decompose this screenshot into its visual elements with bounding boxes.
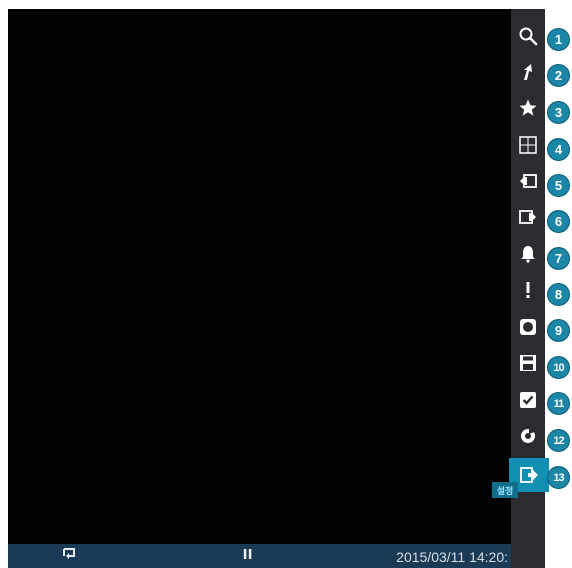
refresh-button[interactable] — [511, 419, 545, 453]
record-icon — [518, 317, 538, 337]
callout-10: 10 — [547, 356, 570, 379]
callout-6: 6 — [547, 210, 570, 233]
star-icon — [518, 98, 538, 118]
checkbox-icon — [518, 390, 538, 410]
callout-1: 1 — [547, 28, 570, 51]
pointer-button[interactable] — [511, 55, 545, 89]
split-screen-icon — [518, 135, 538, 155]
next-screen-button[interactable] — [511, 200, 545, 234]
callout-12: 12 — [547, 429, 570, 452]
save-button[interactable] — [511, 346, 545, 380]
search-icon — [518, 26, 538, 46]
exit-tooltip: 설정 — [492, 482, 518, 498]
alarm-button[interactable] — [511, 237, 545, 271]
save-icon — [518, 353, 538, 373]
callout-7: 7 — [547, 247, 570, 270]
refresh-icon — [518, 426, 538, 446]
record-button[interactable] — [511, 310, 545, 344]
callout-2: 2 — [547, 64, 570, 87]
event-button[interactable] — [511, 273, 545, 307]
loop-button[interactable] — [58, 546, 80, 567]
favorite-button[interactable] — [511, 91, 545, 125]
live-video-area[interactable] — [8, 9, 511, 544]
exit-icon — [519, 465, 539, 485]
previous-screen-icon — [518, 171, 538, 191]
pause-button[interactable] — [240, 548, 256, 564]
loop-icon — [61, 546, 77, 567]
datetime-display: 2015/03/11 14:20: — [396, 549, 508, 565]
exclamation-icon — [518, 280, 538, 300]
callout-3: 3 — [547, 101, 570, 124]
check-button[interactable] — [511, 383, 545, 417]
callout-4: 4 — [547, 138, 570, 161]
zoom-button[interactable] — [511, 19, 545, 53]
pointer-icon — [518, 62, 538, 82]
callout-13: 13 — [547, 466, 570, 489]
split-screen-button[interactable] — [511, 128, 545, 162]
bell-icon — [518, 244, 538, 264]
callout-5: 5 — [547, 174, 570, 197]
next-screen-icon — [518, 207, 538, 227]
callout-8: 8 — [547, 283, 570, 306]
pause-icon — [243, 546, 253, 567]
previous-screen-button[interactable] — [511, 164, 545, 198]
callout-11: 11 — [547, 392, 570, 415]
callout-9: 9 — [547, 319, 570, 342]
